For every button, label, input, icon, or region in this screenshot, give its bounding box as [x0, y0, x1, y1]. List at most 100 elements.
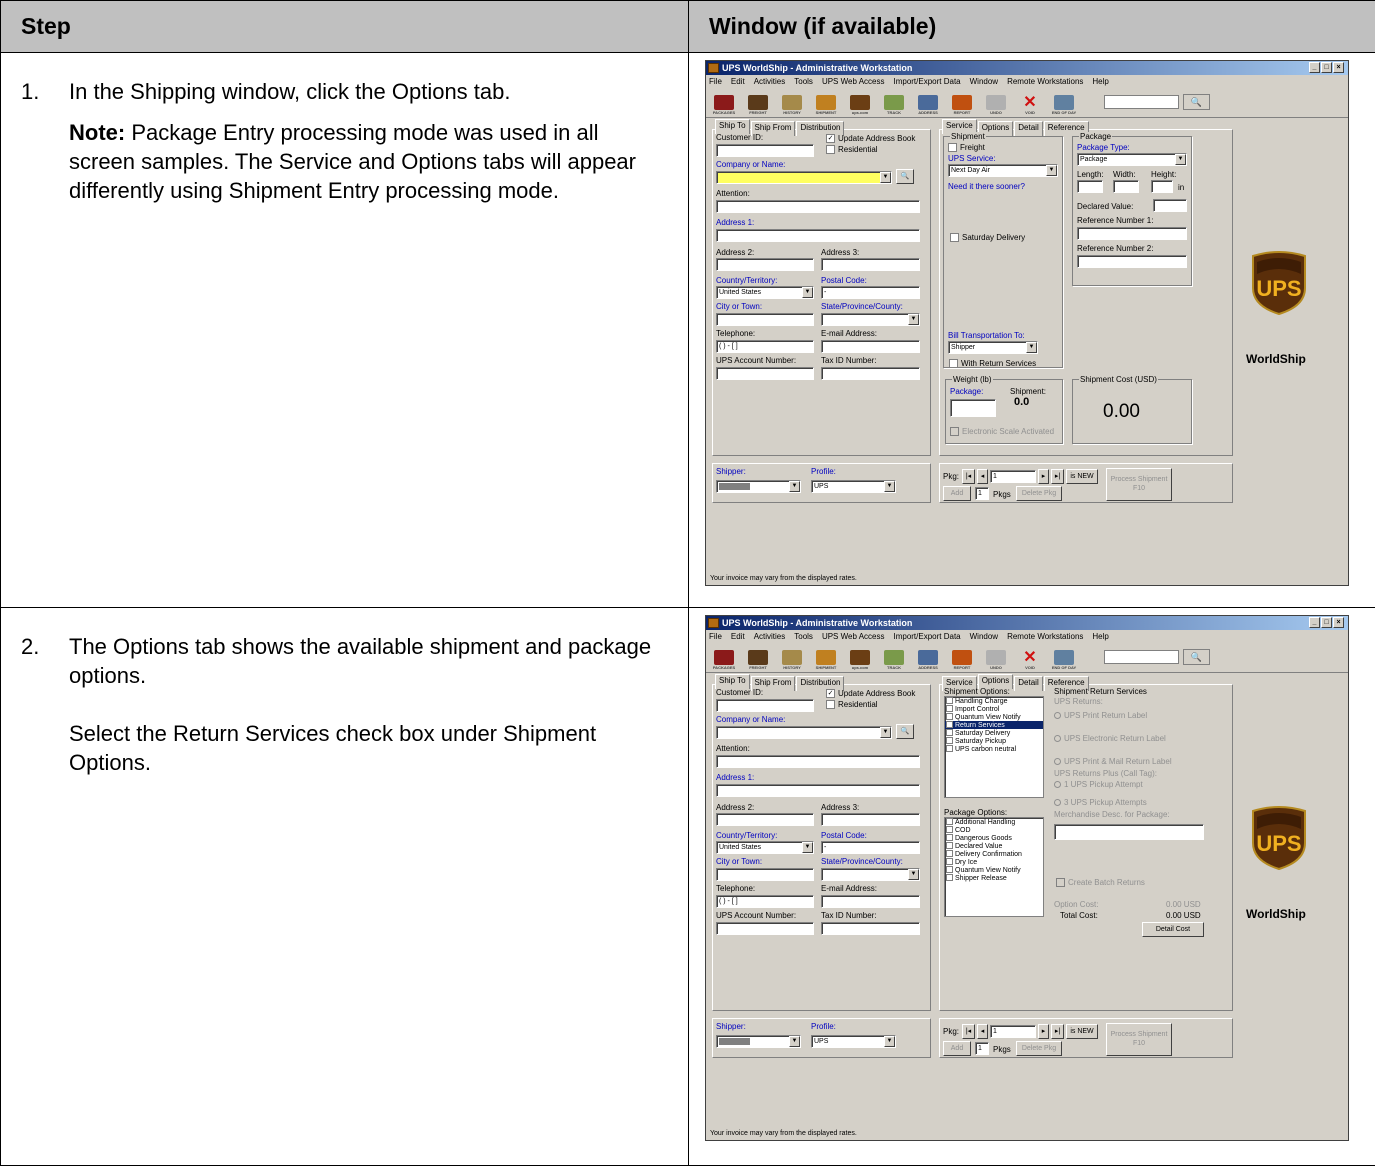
- pkg-number-input[interactable]: 1: [990, 470, 1036, 483]
- pkgs-count-input[interactable]: 1: [975, 1042, 989, 1055]
- delete-pkg-button[interactable]: Delete Pkg: [1016, 1041, 1062, 1056]
- shipper-select[interactable]: 00000000 ▼: [716, 1035, 801, 1048]
- country-select[interactable]: United States ▼: [716, 841, 814, 854]
- postal-input[interactable]: -: [821, 286, 920, 299]
- menu-import-export[interactable]: Import/Export Data: [893, 75, 960, 88]
- reference-2-input[interactable]: [1077, 255, 1187, 268]
- freight-button[interactable]: FREIGHT: [743, 90, 773, 116]
- address1-input[interactable]: [716, 784, 920, 797]
- minimize-icon[interactable]: _: [1309, 62, 1320, 73]
- menu-tools[interactable]: Tools: [794, 75, 813, 88]
- packages-button[interactable]: PACKAGES: [709, 645, 739, 671]
- list-item[interactable]: Additional Handling: [945, 818, 1043, 826]
- menu-ups-web-access[interactable]: UPS Web Access: [822, 75, 885, 88]
- menu-activities[interactable]: Activities: [754, 630, 786, 643]
- return-services-checkbox[interactable]: [949, 359, 958, 368]
- pkg-number-input[interactable]: 1: [990, 1025, 1036, 1038]
- last-pkg-button[interactable]: ▸|: [1051, 469, 1064, 484]
- track-button[interactable]: TRACK: [879, 90, 909, 116]
- one-pickup-radio[interactable]: 1 UPS Pickup Attempt: [1054, 780, 1143, 789]
- close-icon[interactable]: ×: [1333, 617, 1344, 628]
- package-weight-input[interactable]: [950, 399, 996, 417]
- customer-id-input[interactable]: [716, 699, 814, 712]
- ups-com-button[interactable]: ups.com: [845, 645, 875, 671]
- history-button[interactable]: HISTORY: [777, 645, 807, 671]
- three-pickup-radio[interactable]: 3 UPS Pickup Attempts: [1054, 798, 1147, 807]
- menu-remote[interactable]: Remote Workstations: [1007, 630, 1083, 643]
- void-button[interactable]: ✕ VOID: [1015, 645, 1045, 671]
- attention-input[interactable]: [716, 200, 920, 213]
- shipment-options-list[interactable]: Handling Charge Import Control Quantum V…: [944, 696, 1044, 798]
- detail-cost-button[interactable]: Detail Cost: [1142, 922, 1204, 937]
- tab-ship-to[interactable]: Ship To: [715, 119, 750, 134]
- tab-detail[interactable]: Detail: [1014, 121, 1043, 136]
- ups-service-select[interactable]: Next Day Air ▼: [948, 164, 1058, 177]
- list-item[interactable]: COD: [945, 826, 1043, 834]
- address2-input[interactable]: [716, 258, 814, 271]
- end-of-day-button[interactable]: END OF DAY: [1049, 645, 1079, 671]
- list-item[interactable]: Quantum View Notify: [945, 713, 1043, 721]
- tab-ship-to[interactable]: Ship To: [715, 674, 750, 689]
- tab-detail[interactable]: Detail: [1014, 676, 1043, 691]
- address2-input[interactable]: [716, 813, 814, 826]
- list-item[interactable]: Handling Charge: [945, 697, 1043, 705]
- process-shipment-button[interactable]: Process Shipment F10: [1106, 468, 1172, 501]
- menu-import-export[interactable]: Import/Export Data: [893, 630, 960, 643]
- delete-pkg-button[interactable]: Delete Pkg: [1016, 486, 1062, 501]
- next-pkg-button[interactable]: ▸: [1038, 1024, 1049, 1039]
- ups-com-button[interactable]: ups.com: [845, 90, 875, 116]
- list-item[interactable]: Declared Value: [945, 842, 1043, 850]
- list-item[interactable]: Saturday Delivery: [945, 729, 1043, 737]
- telephone-input[interactable]: ( ) - [ ]: [716, 895, 814, 908]
- company-input[interactable]: ▼: [716, 171, 892, 184]
- magnifier-icon[interactable]: 🔍: [896, 724, 914, 739]
- menu-tools[interactable]: Tools: [794, 630, 813, 643]
- shipment-button[interactable]: SHIPMENT: [811, 645, 841, 671]
- list-item[interactable]: Quantum View Notify: [945, 866, 1043, 874]
- electronic-return-label-radio[interactable]: UPS Electronic Return Label: [1054, 734, 1166, 743]
- residential-checkbox[interactable]: [826, 145, 835, 154]
- menu-edit[interactable]: Edit: [731, 75, 745, 88]
- email-input[interactable]: [821, 895, 920, 908]
- telephone-input[interactable]: ( ) - [ ]: [716, 340, 814, 353]
- print-mail-return-label-radio[interactable]: UPS Print & Mail Return Label: [1054, 757, 1172, 766]
- list-item[interactable]: Shipper Release: [945, 874, 1043, 882]
- void-button[interactable]: ✕ VOID: [1015, 90, 1045, 116]
- profile-select[interactable]: UPS ▼: [811, 1035, 896, 1048]
- first-pkg-button[interactable]: |◂: [962, 1024, 975, 1039]
- add-button[interactable]: Add: [943, 486, 971, 501]
- magnifier-icon[interactable]: 🔍: [1183, 649, 1210, 665]
- width-input[interactable]: [1113, 180, 1139, 193]
- end-of-day-button[interactable]: END OF DAY: [1049, 90, 1079, 116]
- print-return-label-radio[interactable]: UPS Print Return Label: [1054, 711, 1147, 720]
- prev-pkg-button[interactable]: ◂: [977, 1024, 988, 1039]
- reference-1-input[interactable]: [1077, 227, 1187, 240]
- account-input[interactable]: [716, 922, 814, 935]
- city-input[interactable]: [716, 868, 814, 881]
- track-button[interactable]: TRACK: [879, 645, 909, 671]
- need-sooner-link[interactable]: Need it there sooner?: [948, 182, 1025, 191]
- next-pkg-button[interactable]: ▸: [1038, 469, 1049, 484]
- menu-window[interactable]: Window: [970, 75, 998, 88]
- account-input[interactable]: [716, 367, 814, 380]
- report-button[interactable]: REPORT: [947, 90, 977, 116]
- report-button[interactable]: REPORT: [947, 645, 977, 671]
- freight-button[interactable]: FREIGHT: [743, 645, 773, 671]
- list-item[interactable]: Import Control: [945, 705, 1043, 713]
- state-select[interactable]: ▼: [821, 868, 920, 881]
- declared-value-input[interactable]: [1153, 199, 1187, 212]
- toolbar-search-input[interactable]: [1104, 95, 1179, 109]
- update-address-book-checkbox[interactable]: ✓: [826, 689, 835, 698]
- menu-ups-web-access[interactable]: UPS Web Access: [822, 630, 885, 643]
- last-pkg-button[interactable]: ▸|: [1051, 1024, 1064, 1039]
- menu-activities[interactable]: Activities: [754, 75, 786, 88]
- menu-edit[interactable]: Edit: [731, 630, 745, 643]
- taxid-input[interactable]: [821, 367, 920, 380]
- attention-input[interactable]: [716, 755, 920, 768]
- list-item[interactable]: Delivery Confirmation: [945, 850, 1043, 858]
- first-pkg-button[interactable]: |◂: [962, 469, 975, 484]
- scale-checkbox[interactable]: [950, 427, 959, 436]
- merchandise-input[interactable]: [1054, 824, 1204, 840]
- toolbar-search-input[interactable]: [1104, 650, 1179, 664]
- history-button[interactable]: HISTORY: [777, 90, 807, 116]
